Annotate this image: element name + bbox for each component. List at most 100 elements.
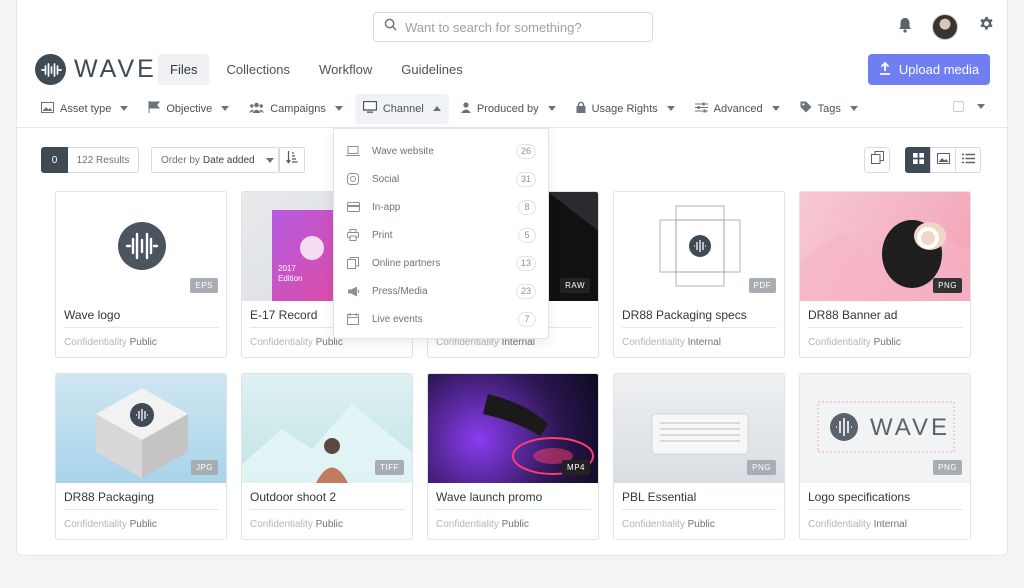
asset-card[interactable]: WAVE PNG Logo specifications Confidentia…: [799, 373, 971, 540]
asset-card[interactable]: TIFF Outdoor shoot 2 Confidentiality Pub…: [241, 373, 413, 540]
meta-label: Confidentiality: [436, 519, 499, 530]
chevron-down-icon: [771, 106, 780, 111]
file-type-badge: PNG: [747, 460, 776, 475]
gear-icon[interactable]: [978, 16, 995, 38]
meta-label: Confidentiality: [622, 337, 685, 348]
upload-media-button[interactable]: Upload media: [868, 54, 990, 85]
search-bar[interactable]: [373, 12, 653, 42]
asset-title: Outdoor shoot 2: [250, 490, 405, 510]
filter-produced-by[interactable]: Produced by: [453, 94, 564, 124]
confidentiality-value: Internal: [873, 519, 907, 530]
image-icon: [936, 151, 950, 169]
asset-meta: Confidentiality Public: [622, 519, 715, 530]
flag-icon: [148, 101, 161, 116]
filter-asset-type[interactable]: Asset type: [33, 94, 136, 124]
meta-label: Confidentiality: [808, 519, 871, 530]
image-icon: [41, 101, 54, 116]
grid-view-button[interactable]: [905, 147, 931, 173]
top-icons: [898, 14, 995, 40]
chevron-down-icon[interactable]: [977, 104, 985, 109]
users-icon: [249, 102, 265, 116]
list-view-button[interactable]: [955, 147, 981, 173]
chevron-down-icon: [265, 157, 274, 163]
meta-label: Confidentiality: [250, 519, 313, 530]
bell-icon[interactable]: [898, 17, 912, 38]
asset-thumbnail: WAVE PNG: [800, 374, 970, 483]
asset-meta: Confidentiality Public: [808, 337, 901, 348]
menu-item-social[interactable]: Social 31: [334, 165, 548, 193]
duplicate-button[interactable]: [864, 147, 890, 173]
tag-icon: [800, 101, 812, 116]
asset-title: PBL Essential: [622, 490, 777, 510]
filter-label: Advanced: [713, 102, 763, 115]
filter-campaigns[interactable]: Campaigns: [241, 94, 351, 124]
menu-item-online-partners[interactable]: Online partners 13: [334, 249, 548, 277]
filter-tags[interactable]: Tags: [792, 94, 866, 124]
results-count: 122 Results: [68, 147, 139, 173]
asset-card[interactable]: PDF DR88 Packaging specs Confidentiality…: [613, 191, 785, 358]
count-badge: 23: [515, 283, 536, 299]
asset-card[interactable]: MP4 Wave launch promo Confidentiality Pu…: [427, 373, 599, 540]
file-type-badge: RAW: [560, 278, 590, 293]
asset-thumbnail: MP4: [428, 374, 598, 483]
select-all-checkbox[interactable]: [953, 101, 964, 112]
asset-card[interactable]: JPG DR88 Packaging Confidentiality Publi…: [55, 373, 227, 540]
avatar[interactable]: [932, 14, 958, 40]
filter-label: Usage Rights: [591, 102, 658, 115]
menu-item-in-app[interactable]: In-app 8: [334, 193, 548, 221]
menu-item-wave-website[interactable]: Wave website 26: [334, 137, 548, 165]
count-badge: 8: [518, 199, 536, 215]
brand-logo[interactable]: WAVE: [35, 54, 157, 85]
menu-item-label: Wave website: [372, 145, 434, 157]
search-icon: [384, 18, 397, 36]
search-input[interactable]: [405, 19, 645, 35]
menu-item-label: Online partners: [372, 257, 441, 269]
meta-label: Confidentiality: [622, 519, 685, 530]
gallery-view-button[interactable]: [930, 147, 956, 173]
menu-item-live-events[interactable]: Live events 7: [334, 305, 548, 333]
asset-card[interactable]: PNG PBL Essential Confidentiality Public: [613, 373, 785, 540]
laptop-icon: [346, 146, 360, 156]
menu-item-press-media[interactable]: Press/Media 23: [334, 277, 548, 305]
meta-label: Confidentiality: [250, 337, 313, 348]
chevron-down-icon: [221, 106, 230, 111]
asset-title: Logo specifications: [808, 490, 963, 510]
megaphone-icon: [346, 286, 360, 297]
filter-objective[interactable]: Objective: [140, 94, 237, 124]
selected-count-badge[interactable]: 0: [41, 147, 68, 173]
user-icon: [460, 101, 471, 116]
filter-channel[interactable]: Channel: [354, 93, 449, 124]
logo-spec-wordmark: WAVE: [870, 414, 951, 441]
filter-label: Objective: [166, 102, 213, 115]
order-value: Date added: [202, 154, 255, 166]
tab-collections[interactable]: Collections: [214, 54, 302, 85]
tab-workflow[interactable]: Workflow: [307, 54, 384, 85]
monitor-icon: [362, 100, 378, 116]
select-all-control[interactable]: [953, 101, 985, 112]
sort-direction-button[interactable]: [279, 147, 305, 173]
confidentiality-value: Public: [129, 519, 157, 530]
filter-usage-rights[interactable]: Usage Rights: [568, 94, 683, 124]
count-badge: 5: [518, 227, 536, 243]
copy-icon: [346, 257, 360, 269]
menu-item-print[interactable]: Print 5: [334, 221, 548, 249]
filter-advanced[interactable]: Advanced: [687, 94, 788, 124]
order-by-dropdown[interactable]: Order by Date added: [151, 147, 279, 173]
file-type-badge: PDF: [748, 278, 776, 293]
tab-guidelines[interactable]: Guidelines: [389, 54, 474, 85]
asset-card[interactable]: PNG DR88 Banner ad Confidentiality Publi…: [799, 191, 971, 358]
tab-files[interactable]: Files: [158, 54, 210, 85]
chevron-down-icon: [547, 106, 556, 111]
channel-dropdown-menu: Wave website 26 Social 31 In-app 8 Print…: [333, 128, 549, 339]
instagram-icon: [346, 173, 360, 185]
asset-meta: Confidentiality Public: [64, 519, 157, 530]
confidentiality-value: Public: [687, 519, 715, 530]
file-type-badge: PNG: [933, 278, 962, 293]
confidentiality-value: Internal: [687, 337, 721, 348]
filter-label: Campaigns: [270, 102, 326, 115]
menu-item-label: Social: [372, 173, 400, 185]
asset-card[interactable]: EPS Wave logo Confidentiality Public: [55, 191, 227, 358]
chevron-down-icon: [120, 106, 129, 111]
confidentiality-value: Public: [315, 519, 343, 530]
menu-item-label: Press/Media: [372, 285, 428, 297]
